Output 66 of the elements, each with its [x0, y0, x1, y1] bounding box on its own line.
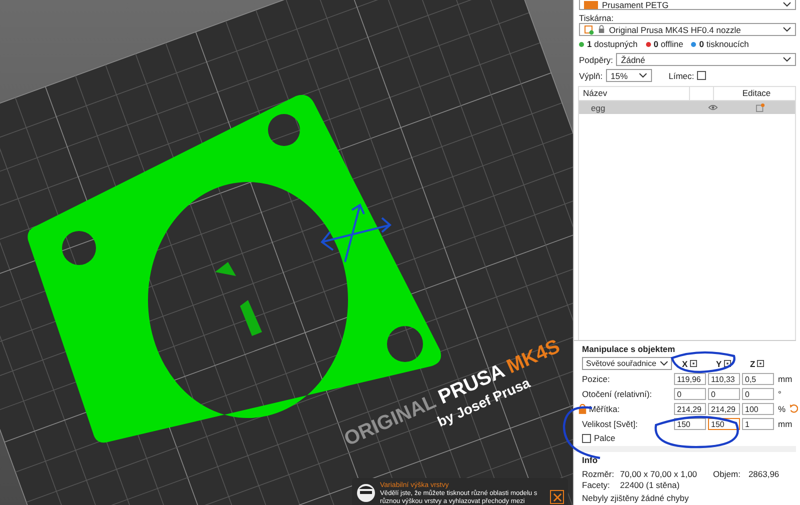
- supports-combo[interactable]: Žádné: [616, 53, 796, 66]
- printer-icon: [584, 24, 594, 34]
- infill-combo[interactable]: 15%: [606, 69, 652, 82]
- number-field[interactable]: 214,29: [674, 403, 706, 415]
- inches-checkbox[interactable]: [582, 434, 591, 442]
- number-field[interactable]: 214,29: [708, 403, 740, 415]
- section-title: Info: [582, 455, 599, 465]
- number-field[interactable]: 1: [742, 418, 774, 430]
- padlock-icon[interactable]: [578, 404, 587, 414]
- section-title: Manipulace s objektem: [582, 344, 676, 354]
- drop-icon[interactable]: [757, 360, 764, 367]
- drop-icon[interactable]: [690, 360, 697, 367]
- close-icon: [552, 492, 562, 502]
- printer-label: Tiskárna:: [579, 13, 615, 23]
- infill-label: Výplň:: [579, 70, 603, 80]
- inches-label: Palce: [594, 433, 616, 443]
- caret-icon: [783, 57, 791, 62]
- unit-label: mm: [778, 374, 792, 384]
- caret-icon: [660, 361, 668, 366]
- brim-checkbox[interactable]: [697, 71, 706, 80]
- status-text: 0 tisknoucích: [699, 39, 749, 49]
- status-text: 0 offline: [654, 39, 684, 49]
- unit-label: mm: [778, 419, 792, 429]
- brim-label: Límec:: [668, 70, 694, 80]
- axis-label: Z: [750, 358, 756, 368]
- number-field[interactable]: 100: [742, 403, 774, 415]
- number-field[interactable]: 0: [708, 388, 740, 400]
- filament-swatch: [584, 0, 598, 8]
- field-label: Otočení (relativní):: [582, 389, 652, 399]
- object-row[interactable]: egg: [579, 101, 795, 114]
- info-label: Rozměr:: [582, 468, 612, 478]
- info-label: Objem:: [713, 468, 740, 478]
- info-message: Nebyly zjištěny žádné chyby: [582, 492, 690, 503]
- caret-icon: [638, 73, 647, 78]
- number-field[interactable]: 119,96: [674, 373, 706, 385]
- field-label: Velikost [Svět]:: [582, 419, 638, 429]
- caret-icon: [783, 27, 791, 32]
- axis-label: Y: [716, 358, 722, 368]
- close-button[interactable]: [550, 490, 564, 504]
- unit-label: °: [778, 389, 782, 399]
- info-value: 70,00 x 70,00 x 1,00: [620, 468, 698, 478]
- caret-icon: [783, 2, 791, 7]
- lock-icon: [598, 25, 605, 34]
- number-field[interactable]: 0: [674, 388, 706, 400]
- unit-label: %: [778, 404, 786, 414]
- coordinate-combo[interactable]: Světové souřadnice: [582, 357, 672, 370]
- column-header: Editace: [713, 87, 795, 100]
- axis-label: X: [682, 358, 688, 368]
- number-field[interactable]: 110,33: [708, 373, 740, 385]
- info-label: Facety:: [582, 480, 611, 490]
- undo-icon[interactable]: [788, 404, 798, 412]
- number-field[interactable]: 0,5: [742, 373, 774, 385]
- status-text: 1 dostupných: [587, 39, 638, 49]
- field-label: Měřítka:: [589, 404, 620, 414]
- filament-combo[interactable]: Prusament PETG: [579, 0, 796, 10]
- move-arrows-drawing: [320, 204, 392, 263]
- info-value: 22400 (1 stěna): [620, 480, 680, 490]
- printer-combo[interactable]: Original Prusa MK4S HF0.4 nozzle: [579, 23, 796, 36]
- info-value: 2863,96: [748, 468, 780, 478]
- number-field[interactable]: 0: [742, 388, 774, 400]
- drop-icon[interactable]: [724, 360, 731, 367]
- column-header: Název: [582, 87, 608, 100]
- number-field[interactable]: 150: [674, 418, 706, 430]
- eye-icon[interactable]: [708, 104, 718, 111]
- supports-label: Podpěry:: [579, 54, 614, 64]
- field-label: Pozice:: [582, 374, 610, 384]
